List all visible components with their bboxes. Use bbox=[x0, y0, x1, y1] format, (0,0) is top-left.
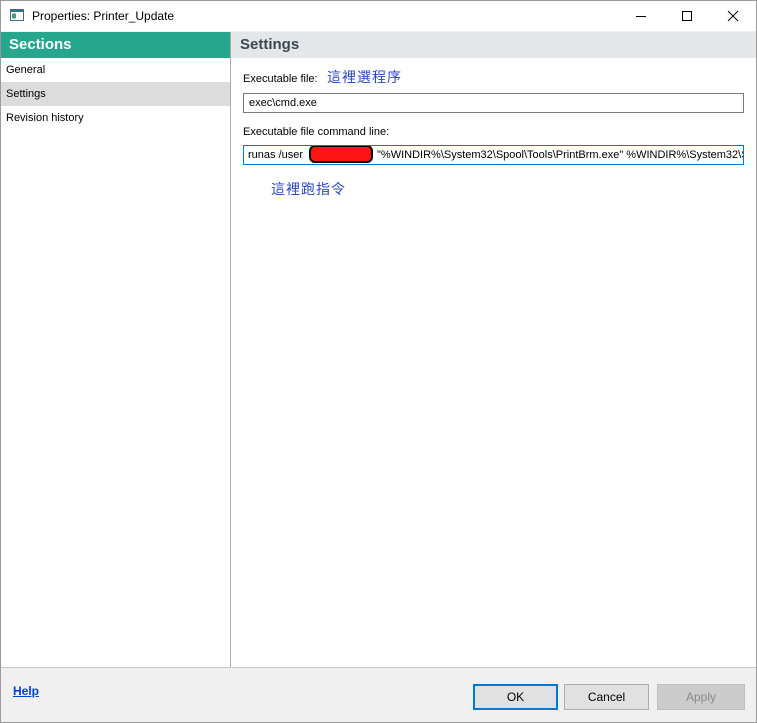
executable-file-label: Executable file: bbox=[243, 73, 318, 85]
dialog-footer: Help OK Cancel Apply bbox=[1, 667, 756, 722]
sections-panel: Sections General Settings Revision histo… bbox=[1, 32, 231, 667]
command-line-label: Executable file command line: bbox=[243, 126, 390, 138]
minimize-button[interactable] bbox=[618, 1, 664, 31]
window-app-icon bbox=[10, 9, 24, 21]
sidebar-item-revision-history[interactable]: Revision history bbox=[1, 106, 230, 130]
apply-button[interactable]: Apply bbox=[657, 684, 745, 710]
help-link[interactable]: Help bbox=[13, 684, 39, 698]
sidebar-item-settings[interactable]: Settings bbox=[1, 82, 230, 106]
title-bar[interactable]: Properties: Printer_Update bbox=[1, 1, 756, 31]
redacted-username-mark bbox=[309, 146, 374, 163]
window-title: Properties: Printer_Update bbox=[32, 9, 175, 23]
ok-button[interactable]: OK bbox=[473, 684, 558, 710]
close-icon bbox=[727, 10, 739, 22]
command-line-input[interactable]: runas /user "%WINDIR%\System32\Spool\Tool… bbox=[243, 145, 744, 165]
executable-file-note: 這裡選程序 bbox=[327, 69, 402, 85]
maximize-button[interactable] bbox=[664, 1, 710, 31]
command-line-note: 這裡跑指令 bbox=[271, 181, 346, 197]
settings-header: Settings bbox=[231, 32, 756, 58]
cancel-button[interactable]: Cancel bbox=[564, 684, 649, 710]
executable-file-input[interactable]: exec\cmd.exe bbox=[243, 93, 744, 113]
properties-window: Properties: Printer_Update Sections Gene… bbox=[0, 0, 757, 723]
sidebar-item-general[interactable]: General bbox=[1, 58, 230, 82]
settings-panel: Settings Executable file: 這裡選程序 exec\cmd… bbox=[231, 32, 756, 667]
sections-header: Sections bbox=[1, 32, 230, 58]
close-button[interactable] bbox=[710, 1, 756, 31]
command-line-prefix: runas /user bbox=[248, 149, 304, 161]
command-line-suffix: "%WINDIR%\System32\Spool\Tools\PrintBrm.… bbox=[377, 149, 743, 161]
